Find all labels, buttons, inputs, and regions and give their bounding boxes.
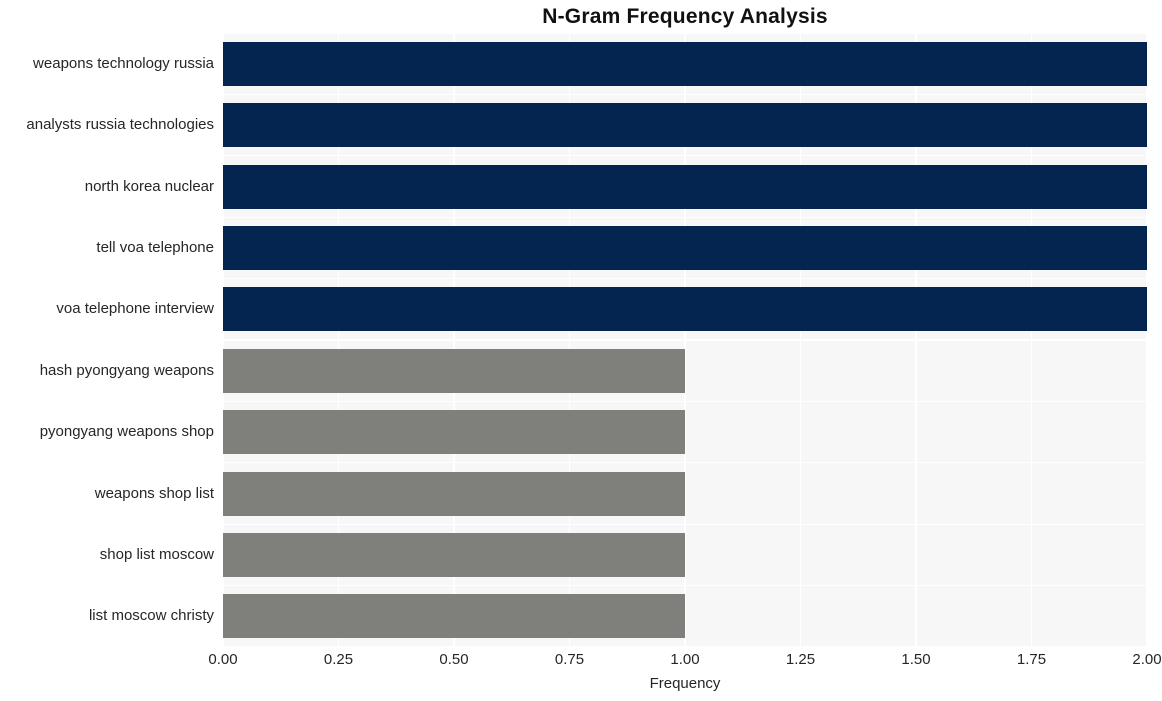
y-gridline-9 bbox=[223, 584, 1147, 587]
x-axis-label: 1.75 bbox=[1016, 651, 1047, 668]
y-gridline-5 bbox=[223, 339, 1147, 341]
x-axis-label: 0.00 bbox=[208, 651, 238, 668]
bar bbox=[223, 532, 685, 577]
chart-title: N-Gram Frequency Analysis bbox=[542, 5, 828, 28]
plot-area bbox=[223, 33, 1147, 647]
y-gridline-3 bbox=[223, 216, 1147, 218]
chart-figure: N-Gram Frequency Analysis weapons techno… bbox=[0, 0, 1162, 701]
x-axis-label: 0.75 bbox=[554, 651, 585, 668]
y-gridline-2 bbox=[223, 155, 1147, 157]
x-axis-label: 1.25 bbox=[785, 651, 816, 668]
bar bbox=[223, 594, 685, 639]
y-axis-label: voa telephone interview bbox=[56, 300, 214, 318]
y-axis-label: hash pyongyang weapons bbox=[39, 361, 214, 379]
y-gridline-7 bbox=[223, 462, 1147, 464]
y-axis-label: tell voa telephone bbox=[96, 238, 214, 256]
y-gridline-0 bbox=[223, 33, 1147, 34]
y-axis-label: list moscow christy bbox=[88, 607, 214, 625]
x-axis-label: 0.25 bbox=[323, 651, 354, 668]
y-gridline-10 bbox=[223, 646, 1147, 647]
bar bbox=[223, 103, 1147, 148]
bar bbox=[223, 471, 685, 516]
x-axis-tick-labels: 0.00 0.25 0.50 0.75 1.00 1.25 1.50 1.75 2.00 bbox=[208, 650, 1161, 672]
bar bbox=[223, 164, 1147, 209]
bar bbox=[223, 225, 1147, 270]
y-gridline-1 bbox=[223, 93, 1147, 96]
y-axis-label: weapons technology russia bbox=[33, 54, 214, 72]
y-axis-label: weapons shop list bbox=[94, 484, 214, 502]
x-axis-label: 1.50 bbox=[901, 651, 931, 668]
y-gridline-4 bbox=[223, 277, 1147, 280]
y-axis-label: north korea nuclear bbox=[84, 177, 214, 195]
bar bbox=[223, 410, 685, 455]
y-axis-label: shop list moscow bbox=[99, 545, 214, 563]
bar bbox=[223, 41, 1147, 86]
x-axis-label: 0.50 bbox=[439, 651, 469, 668]
bar bbox=[223, 348, 685, 393]
y-axis-label: pyongyang weapons shop bbox=[39, 423, 214, 441]
y-axis-label: analysts russia technologies bbox=[26, 116, 214, 134]
x-axis-label: 2.00 bbox=[1132, 651, 1162, 668]
y-gridline-6 bbox=[223, 400, 1147, 403]
x-axis-label: 1.00 bbox=[670, 651, 700, 668]
x-axis-title: Frequency bbox=[649, 675, 721, 692]
y-gridline-8 bbox=[223, 523, 1147, 525]
bar bbox=[223, 287, 1147, 332]
y-axis-tick-labels: weapons technology russia analysts russia… bbox=[0, 33, 214, 647]
